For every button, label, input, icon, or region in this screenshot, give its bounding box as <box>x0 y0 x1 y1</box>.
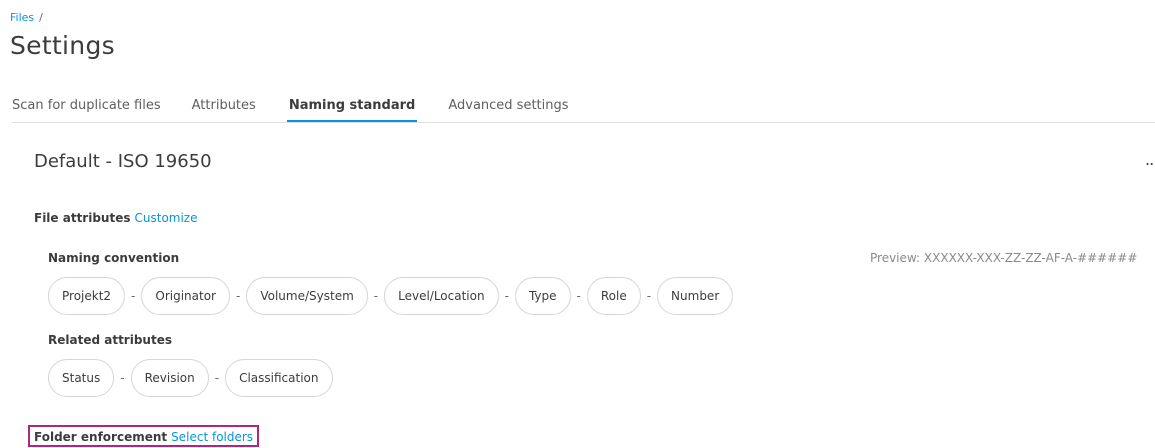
chip-separator: - <box>131 289 136 303</box>
chip-role[interactable]: Role <box>586 277 641 315</box>
chip-separator: - <box>504 289 509 303</box>
chip-type[interactable]: Type <box>514 277 571 315</box>
settings-tabs: Scan for duplicate files Attributes Nami… <box>12 98 1155 123</box>
breadcrumb-files-link[interactable]: Files <box>10 11 34 24</box>
chip-separator: - <box>576 289 581 303</box>
naming-standard-title: Default - ISO 19650 <box>34 151 212 172</box>
chip-separator: - <box>214 371 220 385</box>
select-folders-link[interactable]: Select folders <box>171 430 253 444</box>
chip-level-location[interactable]: Level/Location <box>384 277 499 315</box>
chip-separator: - <box>120 371 125 385</box>
chip-separator: - <box>236 289 241 303</box>
chip-projekt2[interactable]: Projekt2 <box>48 277 126 315</box>
breadcrumb-separator: / <box>39 11 43 24</box>
chip-number[interactable]: Number <box>657 277 734 315</box>
tab-advanced-settings[interactable]: Advanced settings <box>448 98 568 122</box>
naming-preview: Preview: XXXXXX-XXX-ZZ-ZZ-AF-A-###### <box>870 251 1138 265</box>
more-options-icon[interactable]: .. <box>1145 150 1154 169</box>
page-title: Settings <box>10 31 115 60</box>
breadcrumb: Files / <box>10 11 43 24</box>
chip-status[interactable]: Status <box>48 359 115 397</box>
file-attributes-label: File attributes <box>34 211 131 225</box>
chip-originator[interactable]: Originator <box>141 277 230 315</box>
chip-volume-system[interactable]: Volume/System <box>246 277 368 315</box>
chip-separator: - <box>373 289 379 303</box>
naming-convention-chips: Projekt2 - Originator - Volume/System - … <box>48 277 734 315</box>
chip-separator: - <box>646 289 652 303</box>
tab-scan-duplicates[interactable]: Scan for duplicate files <box>12 98 161 122</box>
chip-revision[interactable]: Revision <box>130 359 209 397</box>
related-attributes-chips: Status - Revision - Classification <box>48 359 333 397</box>
file-attributes-row: File attributes Customize <box>34 211 198 225</box>
chip-classification[interactable]: Classification <box>225 359 333 397</box>
naming-convention-label: Naming convention <box>48 251 180 265</box>
tab-attributes[interactable]: Attributes <box>192 98 256 122</box>
customize-link[interactable]: Customize <box>135 211 198 225</box>
folder-enforcement-label: Folder enforcement <box>34 430 168 444</box>
folder-enforcement-row: Folder enforcement Select folders <box>28 425 260 447</box>
related-attributes-label: Related attributes <box>48 333 172 347</box>
tab-naming-standard[interactable]: Naming standard <box>286 98 418 122</box>
